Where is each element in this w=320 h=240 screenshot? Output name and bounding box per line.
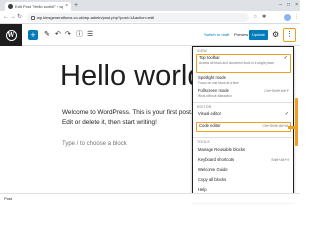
profile-avatar[interactable] [284, 14, 291, 21]
menu-item-shortcut: Ctrl+Shift+Alt+F [264, 89, 289, 93]
browser-address-bar: ← → ↻ wp.kinsgeneralforcs.co.uk/wp-admin… [0, 11, 300, 24]
back-icon[interactable]: ← [3, 14, 9, 21]
redo-icon[interactable]: ↷ [65, 31, 71, 39]
close-tab-icon[interactable]: × [65, 4, 68, 9]
window-controls: – □ × [279, 1, 298, 9]
menu-item-code-editor[interactable]: Code editor Ctrl+Shift+Alt+M [196, 122, 291, 132]
menu-item-visual-editor[interactable]: Visual editor ✓ [196, 111, 291, 119]
reload-icon[interactable]: ↻ [17, 14, 22, 21]
forward-icon[interactable]: → [10, 14, 16, 21]
lock-icon [31, 15, 35, 20]
url-text: wp.kinsgeneralforcs.co.uk/wp-admin/post.… [37, 15, 155, 20]
wordpress-logo-button[interactable]: W [0, 24, 22, 46]
url-field[interactable]: wp.kinsgeneralforcs.co.uk/wp-admin/post.… [27, 13, 249, 22]
minimize-icon[interactable]: – [279, 1, 282, 9]
list-view-icon[interactable]: ☰ [87, 31, 93, 39]
options-dropdown: View Top toolbar Access all block and do… [192, 46, 294, 201]
view-section-heading: View [197, 49, 207, 53]
edit-tool-icon[interactable]: ✎ [44, 31, 50, 39]
editor-statusbar: Post [0, 193, 300, 203]
editor-toolbar: W + ✎ ↶ ↷ ⓘ ☰ Switch to draft Preview Up… [0, 24, 300, 46]
switch-to-draft-button[interactable]: Switch to draft [204, 32, 229, 37]
menu-item-label: Copy all blocks [198, 177, 227, 182]
menu-item-top-toolbar[interactable]: Top toolbar Access all block and documen… [196, 54, 291, 73]
statusbar-label: Post [4, 196, 13, 201]
close-window-icon[interactable]: × [295, 1, 298, 9]
menu-item-label: Manage Reusable blocks [198, 147, 246, 152]
menu-item-description: Access all block and document tools in a… [199, 61, 275, 65]
extensions-icon[interactable]: ✱ [262, 14, 266, 21]
undo-icon[interactable]: ↶ [55, 31, 61, 39]
menu-divider [193, 137, 293, 138]
add-block-button[interactable]: + [28, 30, 38, 40]
check-icon: ✓ [284, 111, 289, 117]
menu-item-keyboard-shortcuts[interactable]: Keyboard shortcuts Shift+Alt+H [196, 157, 291, 165]
scroll-indicator [295, 98, 298, 146]
browser-tabstrip: Edit Post "Hello world!" ‹ wpbe… × + – □… [0, 0, 300, 11]
post-title[interactable]: Hello world! [60, 60, 192, 93]
menu-item-shortcut: Ctrl+Shift+Alt+M [262, 124, 288, 128]
menu-item-description: Focus on one block at a time [198, 81, 239, 85]
menu-item-manage-reusable-blocks[interactable]: Manage Reusable blocks [196, 147, 291, 155]
browser-tab-title: Edit Post "Hello world!" ‹ wpbe… [15, 4, 63, 9]
tools-section-heading: Tools [197, 140, 210, 144]
options-menu-button[interactable]: ⋮ [283, 28, 296, 42]
details-icon[interactable]: ⓘ [76, 31, 83, 39]
block-placeholder[interactable]: Type / to choose a block [62, 141, 127, 147]
menu-item-shortcut: Shift+Alt+H [271, 158, 289, 162]
menu-item-spotlight-mode[interactable]: Spotlight mode Focus on one block at a t… [196, 75, 291, 86]
wordpress-favicon-icon [8, 4, 13, 9]
menu-item-label: Visual editor [198, 111, 221, 116]
wordpress-logo-icon: W [5, 29, 17, 41]
browser-tab[interactable]: Edit Post "Hello world!" ‹ wpbe… × [5, 2, 71, 11]
update-button[interactable]: Update [249, 30, 268, 40]
editor-canvas: Hello world! Welcome to WordPress. This … [0, 46, 192, 193]
maximize-icon[interactable]: □ [287, 1, 290, 9]
new-tab-button[interactable]: + [74, 2, 78, 10]
browser-menu-icon[interactable]: ⋮ [294, 14, 299, 21]
menu-divider [193, 102, 293, 103]
preview-button[interactable]: Preview [234, 32, 248, 37]
highlight-pointer [288, 126, 298, 129]
star-icon[interactable]: ☆ [253, 14, 257, 21]
settings-gear-icon[interactable]: ⚙ [272, 30, 279, 40]
menu-item-welcome-guide[interactable]: Welcome Guide [196, 167, 291, 175]
menu-item-fullscreen-mode[interactable]: Fullscreen mode Work without distraction… [196, 88, 291, 99]
menu-item-label: Welcome Guide [198, 167, 228, 172]
menu-item-description: Work without distraction [198, 94, 232, 98]
check-icon: ✓ [283, 55, 288, 61]
paragraph-block[interactable]: Welcome to WordPress. This is your first… [62, 108, 192, 128]
menu-item-copy-all-blocks[interactable]: Copy all blocks [196, 177, 291, 185]
editor-section-heading: Editor [197, 105, 212, 109]
